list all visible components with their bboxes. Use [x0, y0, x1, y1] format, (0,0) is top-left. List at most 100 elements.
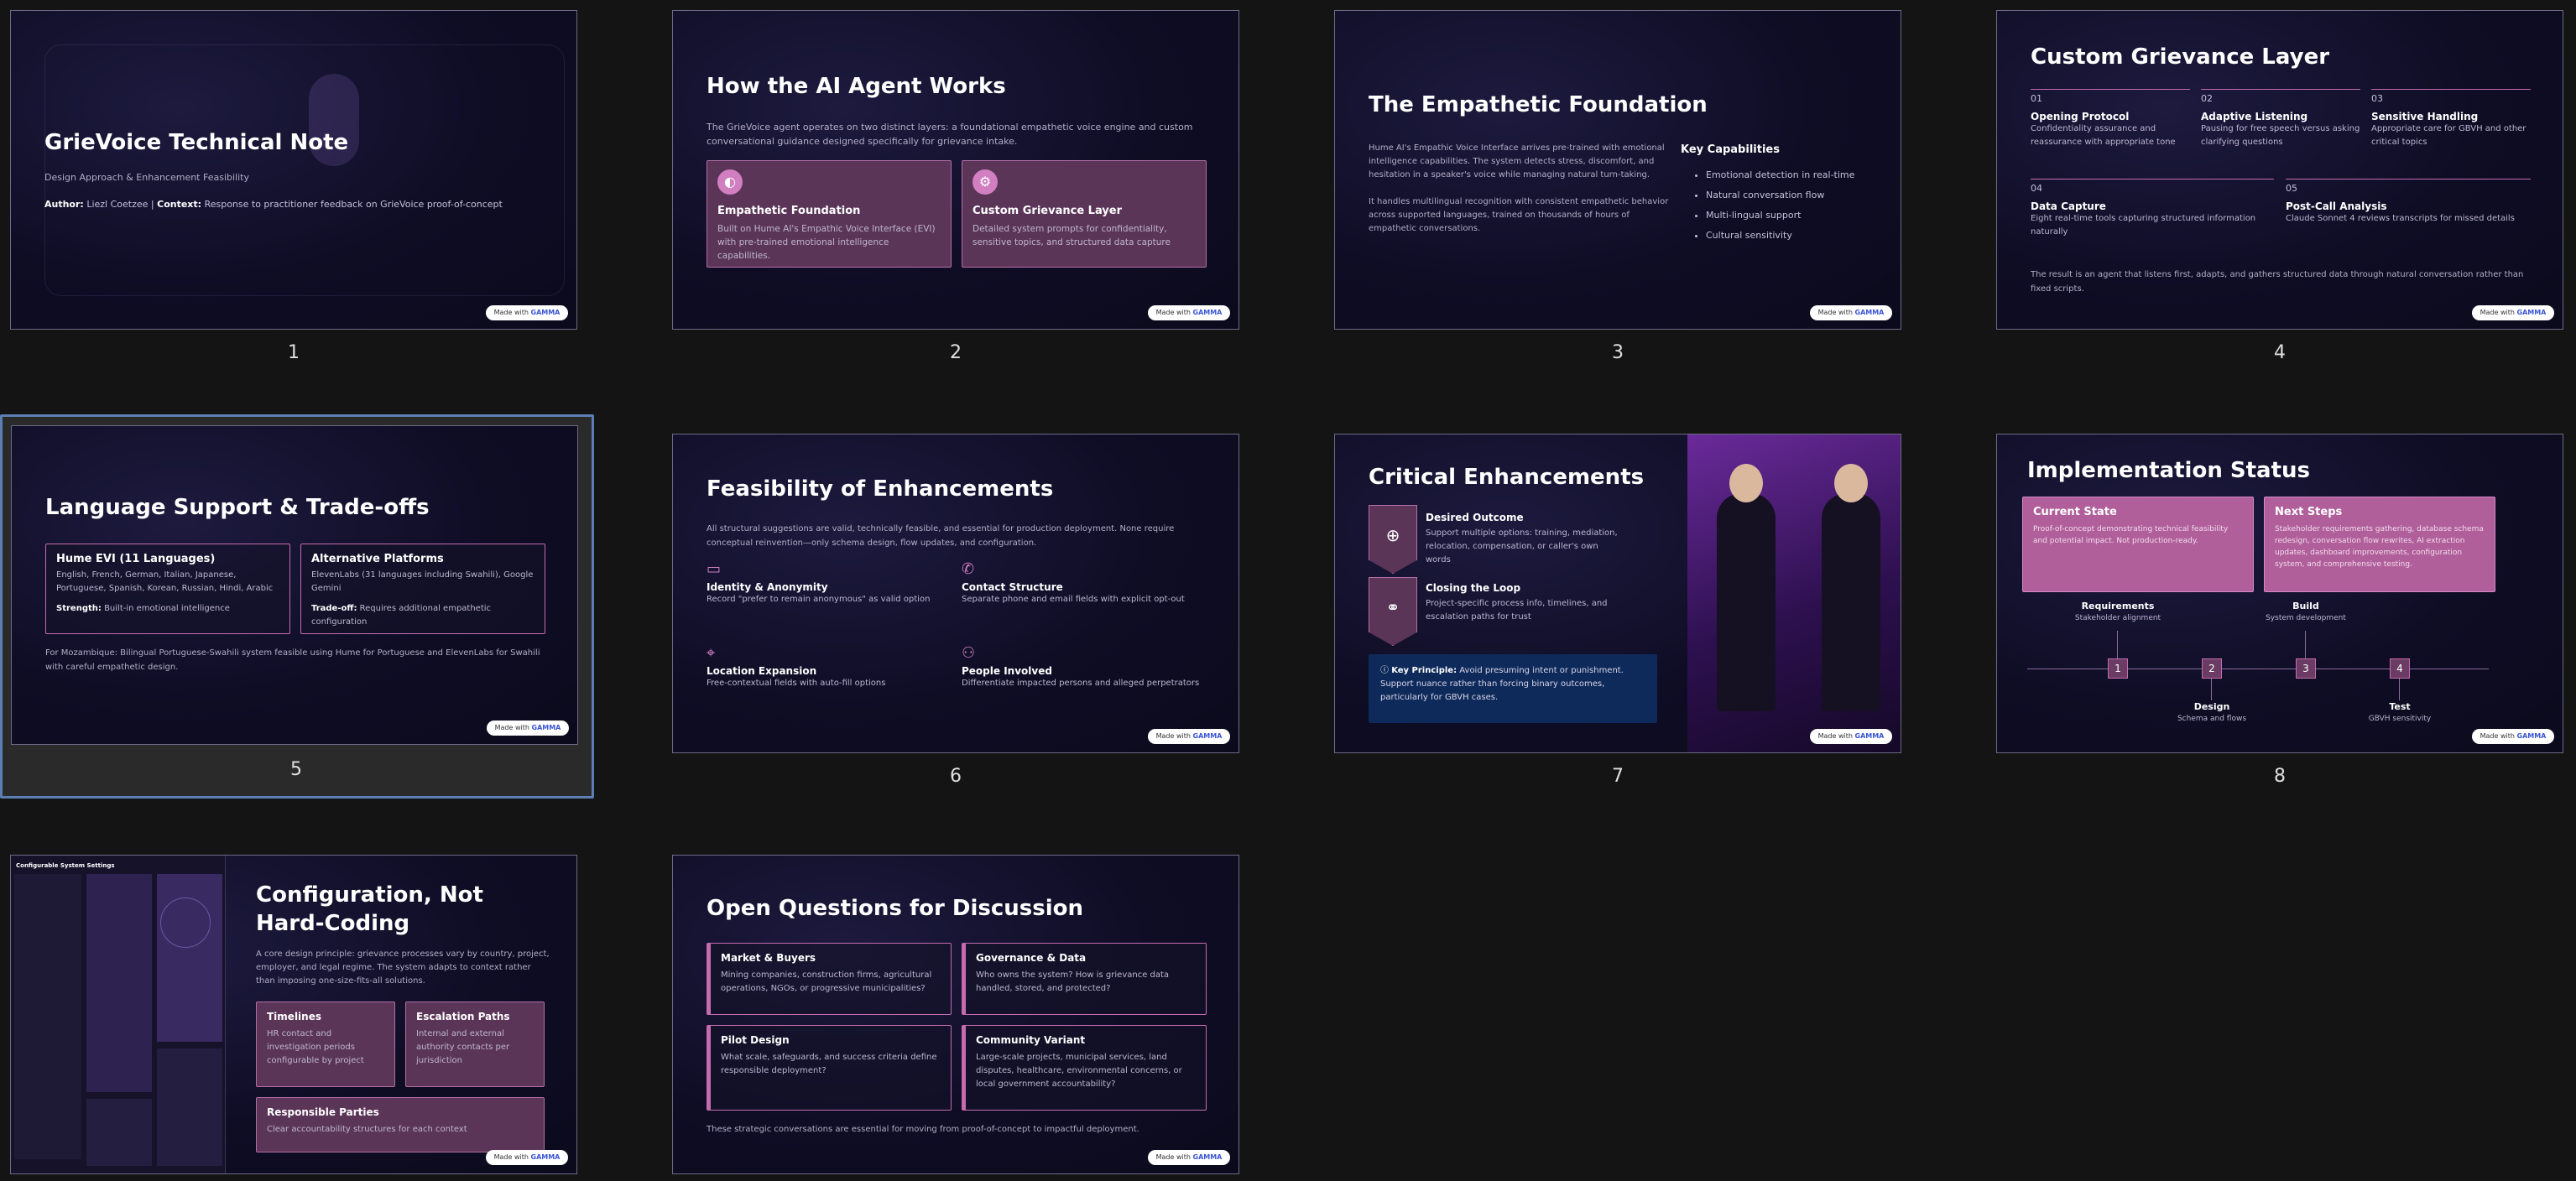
map-pin-icon: ⌖ — [707, 644, 716, 662]
slide-title: Implementation Status — [2027, 458, 2311, 483]
slide-title: How the AI Agent Works — [707, 74, 1006, 99]
card-governance-data: Governance & Data Who owns the system? H… — [962, 943, 1207, 1015]
slide-2[interactable]: How the AI Agent Works The GrieVoice age… — [672, 10, 1239, 330]
slide-thumb-7[interactable]: Critical Enhancements ⊕ Desired Outcome … — [1324, 424, 1901, 793]
made-with-badge[interactable]: Made with GAMMA — [1148, 305, 1230, 320]
slide-intro: All structural suggestions are valid, te… — [707, 524, 1175, 548]
made-with-badge[interactable]: Made with GAMMA — [486, 1150, 568, 1165]
item-05: 05 Post-Call Analysis Claude Sonnet 4 re… — [2286, 179, 2531, 226]
info-icon: ⓘ — [1380, 666, 1389, 675]
card-empathetic-foundation: ◐ Empathetic Foundation Built on Hume AI… — [707, 160, 952, 268]
gear-icon: ⚙ — [973, 169, 998, 195]
card-alternative-platforms: Alternative Platforms ElevenLabs (31 lan… — [300, 544, 545, 634]
handshake-illustration — [1687, 434, 1901, 752]
slide-intro: A core design principle: grievance proce… — [256, 949, 550, 986]
card-pilot-design: Pilot Design What scale, safeguards, and… — [707, 1025, 952, 1111]
phone-icon: ✆ — [962, 560, 975, 578]
slide-thumb-9[interactable]: Configurable System Settings Configurati… — [0, 845, 577, 1181]
item-03: 03 Sensitive Handling Appropriate care f… — [2371, 89, 2531, 149]
slide-8[interactable]: Implementation Status Current State Proo… — [1996, 434, 2563, 753]
capabilities-list: Emotional detection in real-time Natural… — [1691, 165, 1854, 246]
author-line: Author: Liezl Coetzee | Context: Respons… — [44, 199, 503, 210]
timeline-label-design: Design Schema and flows — [2177, 701, 2247, 723]
slide-intro: The GrieVoice agent operates on two dist… — [707, 122, 1193, 147]
slide-grid: GrieVoice Technical Note Design Approach… — [0, 0, 2576, 1181]
key-principle-callout: ⓘ Key Principle: Avoid presuming intent … — [1369, 654, 1657, 723]
people-icon: ⚇ — [962, 644, 976, 662]
slide-number: 3 — [1612, 342, 1624, 363]
slide-thumb-4[interactable]: Custom Grievance Layer 01 Opening Protoc… — [1986, 0, 2563, 369]
slide-7[interactable]: Critical Enhancements ⊕ Desired Outcome … — [1334, 434, 1901, 753]
item-desired-outcome: Desired Outcome Support multiple options… — [1426, 512, 1618, 564]
settings-panel-screenshot: Configurable System Settings — [11, 856, 226, 1173]
made-with-badge[interactable]: Made with GAMMA — [486, 305, 568, 320]
slide-thumb-3[interactable]: The Empathetic Foundation Hume AI's Empa… — [1324, 0, 1901, 369]
slide-title: Configuration, Not Hard-Coding — [256, 882, 483, 936]
slide-title: Critical Enhancements — [1369, 465, 1645, 490]
slide-subtitle: Design Approach & Enhancement Feasibilit… — [44, 172, 249, 183]
capabilities-heading: Key Capabilities — [1681, 143, 1780, 156]
card-timelines: Timelines HR contact and investigation p… — [256, 1002, 395, 1087]
slide-4[interactable]: Custom Grievance Layer 01 Opening Protoc… — [1996, 10, 2563, 330]
slide-10[interactable]: Open Questions for Discussion Market & B… — [672, 855, 1239, 1174]
timeline-step-2: 2 — [2202, 658, 2222, 679]
slide-3[interactable]: The Empathetic Foundation Hume AI's Empa… — [1334, 10, 1901, 330]
slide-number: 7 — [1612, 766, 1624, 787]
item-02: 02 Adaptive Listening Pausing for free s… — [2201, 89, 2360, 149]
timeline-step-3: 3 — [2296, 658, 2316, 679]
slide-thumb-6[interactable]: Feasibility of Enhancements All structur… — [662, 424, 1239, 793]
slide-5[interactable]: Language Support & Trade-offs Hume EVI (… — [11, 425, 578, 745]
slide-9[interactable]: Configurable System Settings Configurati… — [10, 855, 577, 1174]
made-with-badge[interactable]: Made with GAMMA — [1148, 1150, 1230, 1165]
id-card-icon: ▭ — [707, 560, 722, 578]
slide-title: The Empathetic Foundation — [1369, 92, 1708, 117]
card-custom-grievance: ⚙ Custom Grievance Layer Detailed system… — [962, 160, 1207, 268]
slide-title: Custom Grievance Layer — [2031, 44, 2330, 70]
slide-number: 4 — [2274, 342, 2286, 363]
slide-number: 6 — [950, 766, 962, 787]
slide-title: GrieVoice Technical Note — [44, 130, 349, 155]
card-escalation-paths: Escalation Paths Internal and external a… — [405, 1002, 545, 1087]
paragraph-1: Hume AI's Empathic Voice Interface arriv… — [1369, 143, 1665, 179]
timeline-label-build: Build System development — [2266, 601, 2346, 622]
timeline-step-1: 1 — [2108, 658, 2128, 679]
card-market-buyers: Market & Buyers Mining companies, constr… — [707, 943, 952, 1015]
card-community-variant: Community Variant Large-scale projects, … — [962, 1025, 1207, 1111]
circle-half-icon: ◐ — [717, 169, 743, 195]
item-location: ⌖ Location Expansion Free-contextual fie… — [707, 644, 941, 690]
slide-thumb-1[interactable]: GrieVoice Technical Note Design Approach… — [0, 0, 577, 369]
made-with-badge[interactable]: Made with GAMMA — [1810, 305, 1892, 320]
slide-footer-text: These strategic conversations are essent… — [707, 1125, 1139, 1134]
item-identity: ▭ Identity & Anonymity Record "prefer to… — [707, 560, 941, 606]
slide-1[interactable]: GrieVoice Technical Note Design Approach… — [10, 10, 577, 330]
item-closing-loop: Closing the Loop Project-specific proces… — [1426, 582, 1608, 622]
made-with-badge[interactable]: Made with GAMMA — [2472, 305, 2554, 320]
slide-thumb-8[interactable]: Implementation Status Current State Proo… — [1986, 424, 2563, 793]
made-with-badge[interactable]: Made with GAMMA — [1148, 729, 1230, 744]
slide-footer-text: The result is an agent that listens firs… — [2031, 270, 2524, 294]
paragraph-2: It handles multilingual recognition with… — [1369, 197, 1669, 233]
timeline-step-4: 4 — [2390, 658, 2410, 679]
handshake-icon: ⚭ — [1369, 577, 1417, 646]
card-responsible-parties: Responsible Parties Clear accountability… — [256, 1097, 545, 1152]
slide-number: 8 — [2274, 766, 2286, 787]
item-contact: ✆ Contact Structure Separate phone and e… — [962, 560, 1205, 606]
card-next-steps: Next Steps Stakeholder requirements gath… — [2264, 497, 2495, 592]
slide-title: Language Support & Trade-offs — [45, 495, 430, 520]
timeline-label-test: Test GBVH sensitivity — [2368, 701, 2432, 723]
item-01: 01 Opening Protocol Confidentiality assu… — [2031, 89, 2190, 149]
slide-thumb-10[interactable]: Open Questions for Discussion Market & B… — [662, 845, 1239, 1181]
slide-number: 2 — [950, 342, 962, 363]
slide-number: 1 — [288, 342, 300, 363]
slide-thumb-5[interactable]: Language Support & Trade-offs Hume EVI (… — [0, 414, 594, 799]
slide-6[interactable]: Feasibility of Enhancements All structur… — [672, 434, 1239, 753]
made-with-badge[interactable]: Made with GAMMA — [2472, 729, 2554, 744]
slide-title: Open Questions for Discussion — [707, 896, 1084, 921]
card-current-state: Current State Proof-of-concept demonstra… — [2022, 497, 2254, 592]
target-icon: ⊕ — [1369, 505, 1417, 574]
slide-thumb-2[interactable]: How the AI Agent Works The GrieVoice age… — [662, 0, 1239, 369]
timeline-label-requirements: Requirements Stakeholder alignment — [2074, 601, 2161, 622]
made-with-badge[interactable]: Made with GAMMA — [1810, 729, 1892, 744]
made-with-badge[interactable]: Made with GAMMA — [487, 721, 569, 736]
item-people: ⚇ People Involved Differentiate impacted… — [962, 644, 1205, 690]
